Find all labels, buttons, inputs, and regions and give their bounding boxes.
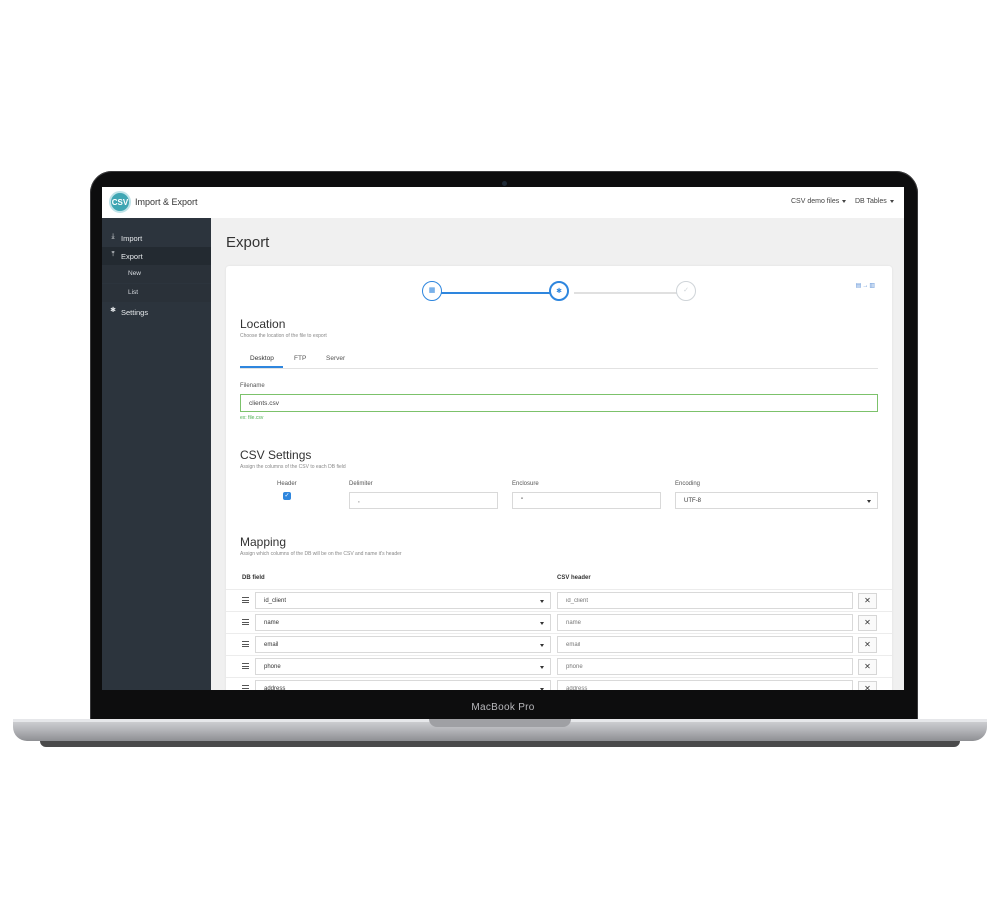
camera-icon bbox=[502, 181, 507, 186]
csv-header-input[interactable] bbox=[557, 636, 853, 653]
drag-handle-icon[interactable] bbox=[242, 641, 249, 649]
caret-down-icon bbox=[889, 199, 894, 203]
filename-hint: ex: file.csv bbox=[240, 415, 264, 421]
view-toggle-icons[interactable]: ▤→▥ bbox=[856, 282, 876, 289]
top-navbar: CSV Import & Export CSV demo files DB Ta… bbox=[102, 187, 904, 219]
filename-label: Filename bbox=[240, 383, 265, 389]
mapping-row: id_client ✕ bbox=[226, 589, 892, 612]
remove-row-button[interactable]: ✕ bbox=[858, 593, 877, 609]
drag-handle-icon[interactable] bbox=[242, 619, 249, 627]
caret-down-icon bbox=[540, 688, 544, 690]
delimiter-label: Delimiter bbox=[349, 481, 373, 487]
mapping-row: address ✕ bbox=[226, 677, 892, 690]
sidebar-item-settings[interactable]: ✱ Settings bbox=[102, 303, 211, 321]
csv-header-input[interactable] bbox=[557, 680, 853, 690]
sidebar-item-import[interactable]: ⤓ Import bbox=[102, 229, 211, 247]
mapping-title: Mapping bbox=[240, 535, 287, 549]
csv-logo-icon: CSV bbox=[109, 191, 131, 213]
remove-row-button[interactable]: ✕ bbox=[858, 637, 877, 653]
step-1-table-icon[interactable]: ▦ bbox=[422, 281, 442, 301]
gear-icon: ✱ bbox=[110, 307, 116, 314]
encoding-select[interactable]: UTF-8 bbox=[675, 492, 878, 509]
col-csv-header: CSV header bbox=[557, 575, 591, 581]
csv-settings-subtitle: Assign the columns of the CSV to each DB… bbox=[240, 464, 346, 470]
drag-handle-icon[interactable] bbox=[242, 597, 249, 605]
header-checkbox[interactable]: ✓ bbox=[283, 492, 291, 500]
csv-header-input[interactable] bbox=[557, 592, 853, 609]
caret-down-icon bbox=[842, 199, 847, 203]
download-icon: ⤓ bbox=[111, 233, 115, 240]
enclosure-input[interactable] bbox=[512, 492, 661, 509]
filename-input[interactable] bbox=[240, 394, 878, 412]
device-brand-label: MacBook Pro bbox=[471, 702, 535, 713]
location-subtitle: Choose the location of the file to expor… bbox=[240, 333, 327, 339]
db-field-select[interactable]: phone bbox=[255, 658, 551, 675]
tab-ftp[interactable]: FTP bbox=[294, 355, 306, 362]
sidebar-item-new[interactable]: New bbox=[102, 265, 211, 283]
remove-row-button[interactable]: ✕ bbox=[858, 681, 877, 690]
page-title: Export bbox=[226, 234, 270, 251]
step-2-gear-icon[interactable]: ✱ bbox=[549, 281, 569, 301]
upload-icon: ⤒ bbox=[111, 251, 115, 258]
csv-settings-title: CSV Settings bbox=[240, 448, 312, 462]
caret-down-icon bbox=[867, 500, 871, 503]
encoding-label: Encoding bbox=[675, 481, 701, 487]
mapping-row: name ✕ bbox=[226, 611, 892, 634]
app-screen: CSV Import & Export CSV demo files DB Ta… bbox=[102, 187, 904, 690]
laptop-base-shadow bbox=[40, 741, 960, 747]
db-field-select[interactable]: name bbox=[255, 614, 551, 631]
mapping-row: phone ✕ bbox=[226, 655, 892, 678]
caret-down-icon bbox=[540, 666, 544, 669]
step-3-check-icon[interactable]: ✓ bbox=[676, 281, 696, 301]
caret-down-icon bbox=[540, 622, 544, 625]
col-db-field: DB field bbox=[242, 575, 265, 581]
sidebar-item-export[interactable]: ⤒ Export bbox=[102, 247, 211, 265]
tab-server[interactable]: Server bbox=[326, 355, 345, 362]
header-label: Header bbox=[277, 481, 297, 487]
export-card: ▦ ✱ ✓ ▤→▥ Location Choose the location o… bbox=[226, 266, 892, 690]
location-title: Location bbox=[240, 317, 286, 331]
drag-handle-icon[interactable] bbox=[242, 663, 249, 671]
menu-csv-demo-files[interactable]: CSV demo files bbox=[791, 198, 847, 205]
delimiter-input[interactable] bbox=[349, 492, 498, 509]
db-field-select[interactable]: address bbox=[255, 680, 551, 690]
caret-down-icon bbox=[540, 644, 544, 647]
db-field-select[interactable]: id_client bbox=[255, 592, 551, 609]
db-field-select[interactable]: email bbox=[255, 636, 551, 653]
location-tabs: Desktop FTP Server bbox=[240, 350, 878, 369]
remove-row-button[interactable]: ✕ bbox=[858, 615, 877, 631]
sidebar-item-list[interactable]: List bbox=[102, 284, 211, 302]
remove-row-button[interactable]: ✕ bbox=[858, 659, 877, 675]
drag-handle-icon[interactable] bbox=[242, 685, 249, 690]
caret-down-icon bbox=[540, 600, 544, 603]
app-title: Import & Export bbox=[135, 197, 198, 207]
active-tab-indicator bbox=[240, 366, 283, 368]
laptop-notch bbox=[429, 719, 571, 727]
csv-header-input[interactable] bbox=[557, 658, 853, 675]
mapping-subtitle: Assign which columns of the DB will be o… bbox=[240, 551, 402, 557]
stepper-line-pending bbox=[574, 292, 688, 294]
csv-header-input[interactable] bbox=[557, 614, 853, 631]
sidebar: ⤓ Import ⤒ Export New List ✱ Settings bbox=[102, 218, 211, 690]
tab-desktop[interactable]: Desktop bbox=[250, 355, 274, 362]
menu-db-tables[interactable]: DB Tables bbox=[855, 198, 894, 205]
enclosure-label: Enclosure bbox=[512, 481, 539, 487]
mapping-row: email ✕ bbox=[226, 633, 892, 656]
main-content: Export ▦ ✱ ✓ ▤→▥ Location Choose the loc… bbox=[211, 218, 904, 690]
stepper-line-done bbox=[436, 292, 564, 294]
